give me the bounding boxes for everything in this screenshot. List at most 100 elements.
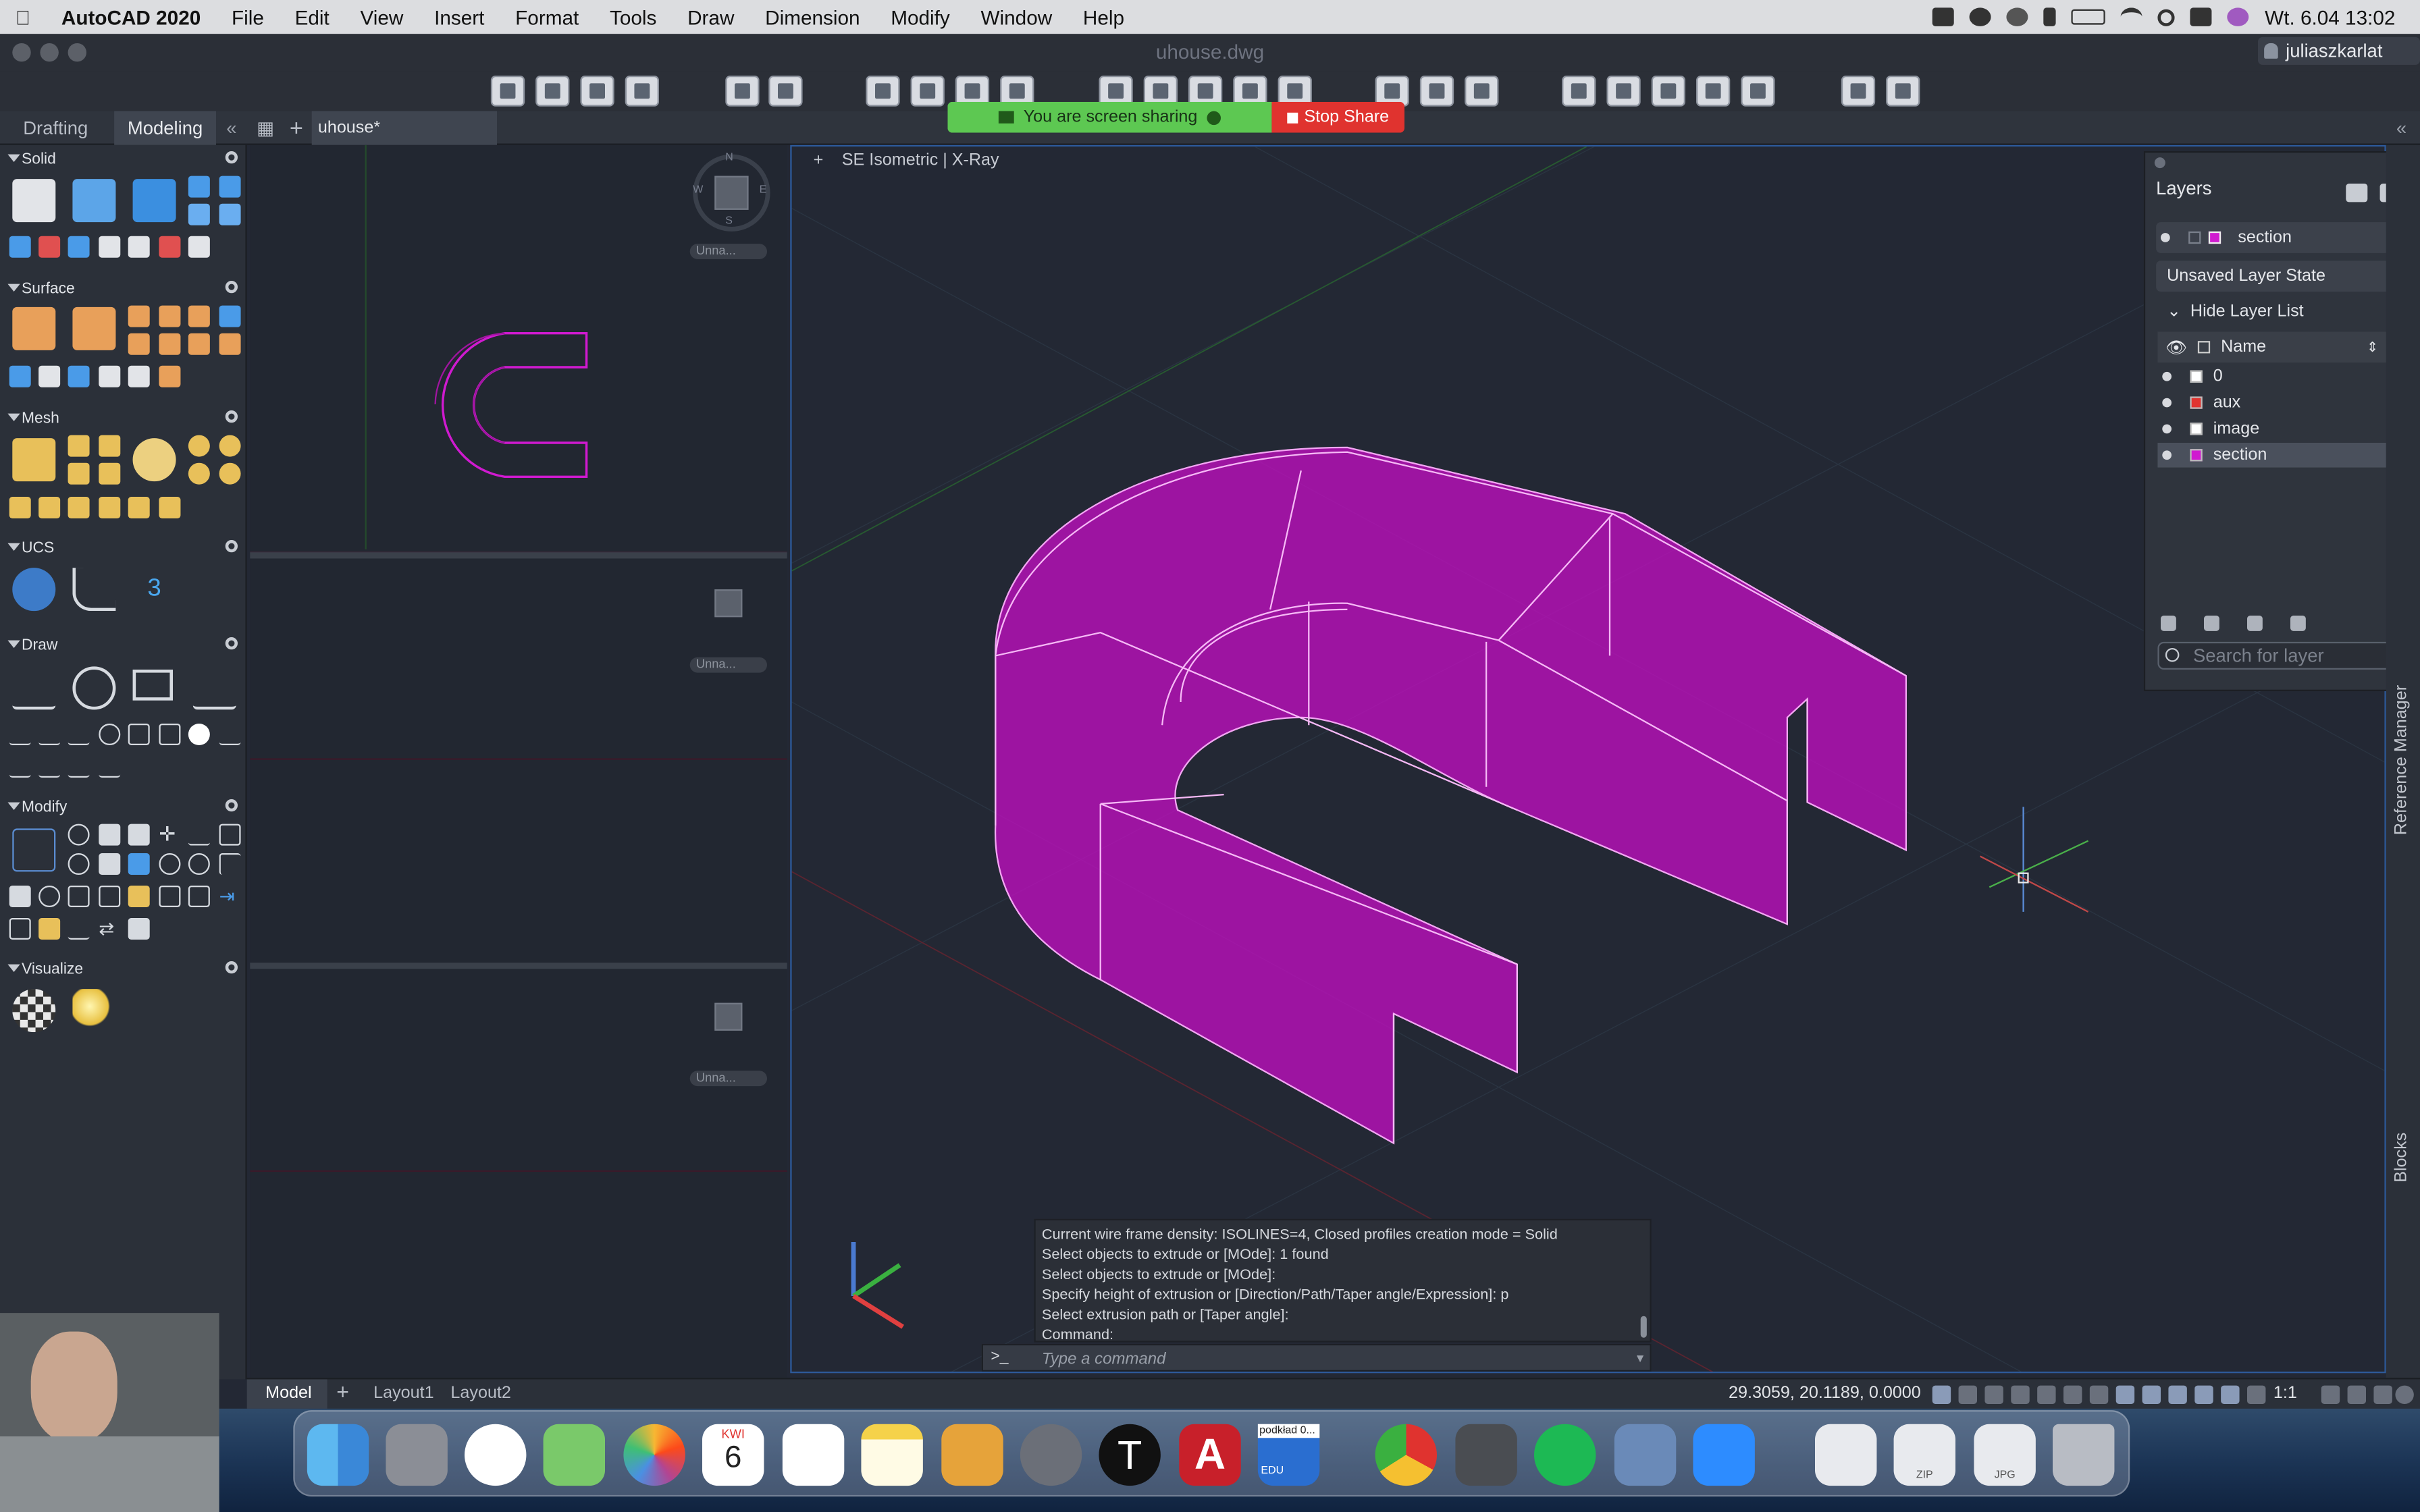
viewcube-icon[interactable]: [714, 176, 749, 210]
extrude-face-icon[interactable]: [99, 462, 121, 485]
command-input-bar[interactable]: >_ Type a command ▾: [981, 1343, 1652, 1372]
tab-layout1[interactable]: Layout1: [373, 1384, 434, 1402]
folder-icon[interactable]: [2247, 616, 2263, 631]
presspull-icon[interactable]: [132, 179, 176, 223]
menubar-clock[interactable]: Wt. 6.04 13:02: [2265, 5, 2395, 28]
section-draw[interactable]: Draw: [0, 632, 247, 657]
layer-row[interactable]: image: [2157, 416, 2420, 441]
section-mesh[interactable]: Mesh: [0, 406, 247, 431]
batch-plot-icon[interactable]: [910, 76, 945, 107]
maps-icon[interactable]: [543, 1424, 606, 1486]
workspace-switch-icon[interactable]: [2321, 1385, 2340, 1404]
layer-on-icon[interactable]: [2162, 398, 2172, 408]
isodraft-icon[interactable]: [2037, 1385, 2056, 1404]
selection-cycling-icon[interactable]: [2089, 1385, 2109, 1404]
3d-osnap-icon[interactable]: [2115, 1385, 2135, 1404]
wipeout-icon[interactable]: [99, 756, 121, 778]
gizmo-move-icon[interactable]: [12, 828, 56, 872]
layer-on-icon[interactable]: [2162, 450, 2172, 460]
layer-color-swatch[interactable]: [2190, 423, 2203, 435]
menu-file[interactable]: File: [216, 5, 280, 28]
menu-insert[interactable]: Insert: [419, 5, 500, 28]
line-icon[interactable]: [9, 724, 31, 745]
donut-icon[interactable]: [188, 724, 210, 745]
extend-icon[interactable]: [68, 918, 90, 940]
grid-icon[interactable]: [1932, 1385, 1951, 1404]
documents-folder-icon[interactable]: [1815, 1424, 1877, 1486]
merge-face-icon[interactable]: [219, 462, 241, 485]
join-icon[interactable]: ⇥: [219, 886, 241, 907]
menu-format[interactable]: Format: [500, 5, 594, 28]
3d-array-icon[interactable]: [219, 824, 241, 846]
new-tab-plus-icon[interactable]: +: [284, 111, 309, 145]
menu-tools[interactable]: Tools: [594, 5, 672, 28]
convert-faceted-icon[interactable]: [38, 497, 61, 519]
region-icon[interactable]: [68, 756, 90, 778]
properties-icon[interactable]: [1562, 76, 1596, 107]
menu-app-name[interactable]: AutoCAD 2020: [46, 5, 216, 28]
hide-layer-list-toggle[interactable]: ⌄ Hide Layer List: [2167, 301, 2304, 321]
boundary-icon[interactable]: [38, 756, 61, 778]
scale-icon[interactable]: [188, 853, 210, 875]
add-layout-plus-icon[interactable]: +: [336, 1379, 349, 1404]
command-history-scrollbar[interactable]: [1640, 1316, 1647, 1338]
viewport-splitter[interactable]: [250, 963, 787, 969]
calculator-icon[interactable]: [1455, 1424, 1517, 1486]
xline-icon[interactable]: [9, 756, 31, 778]
split-face-icon[interactable]: [68, 462, 90, 485]
thicken-icon[interactable]: [99, 236, 121, 258]
grid-view-icon[interactable]: ▦: [253, 111, 278, 145]
viewcube-icon[interactable]: [714, 589, 743, 618]
polygon-icon[interactable]: [159, 724, 181, 745]
spotify-icon[interactable]: [1534, 1424, 1596, 1486]
new-layer-icon[interactable]: [2346, 184, 2368, 202]
revcloud-icon[interactable]: [219, 724, 241, 745]
new-file-icon[interactable]: [490, 76, 525, 107]
extrude-icon[interactable]: [72, 179, 116, 223]
unnamed-ucs-menu[interactable]: Unna...: [689, 244, 767, 260]
autocad-icon[interactable]: A: [1179, 1424, 1241, 1486]
apple-icon[interactable]: : [0, 5, 46, 28]
layer-merge-icon[interactable]: [2204, 616, 2219, 631]
tab-modeling[interactable]: Modeling: [114, 111, 216, 145]
menu-dimension[interactable]: Dimension: [749, 5, 875, 28]
unnamed-ucs-menu[interactable]: Unna...: [689, 657, 767, 673]
layer-on-icon[interactable]: [2162, 371, 2172, 381]
tab-layout2[interactable]: Layout2: [450, 1384, 511, 1402]
system-preferences-icon[interactable]: [1020, 1424, 1082, 1486]
loft-icon[interactable]: [188, 203, 210, 225]
gear-icon[interactable]: [225, 961, 238, 974]
fillet-surface-icon[interactable]: [219, 305, 241, 327]
convert-surface-icon[interactable]: [68, 497, 90, 519]
command-input[interactable]: Type a command: [1042, 1350, 1166, 1368]
convert-smooth-icon[interactable]: [9, 497, 31, 519]
union-icon[interactable]: [219, 203, 241, 225]
cursor-coordinates[interactable]: 29.3059, 20.1189, 0.0000: [1729, 1384, 1921, 1402]
crease-icon[interactable]: [219, 435, 241, 457]
layer-row[interactable]: aux: [2157, 390, 2420, 415]
offset-surface-icon[interactable]: [188, 305, 210, 327]
3d-rotate-icon[interactable]: [99, 824, 121, 846]
copy-icon[interactable]: [99, 853, 121, 875]
patch-icon[interactable]: [159, 305, 181, 327]
light-bulb-icon[interactable]: [72, 989, 116, 1033]
spotlight-search-icon[interactable]: [2158, 8, 2176, 26]
intersect-icon[interactable]: [38, 236, 61, 258]
zip-file-icon[interactable]: ZIP: [1893, 1424, 1956, 1486]
menu-help[interactable]: Help: [1068, 5, 1140, 28]
close-hole-icon[interactable]: [128, 497, 150, 519]
pages-icon[interactable]: [941, 1424, 1003, 1486]
network-surface-icon[interactable]: [12, 306, 56, 350]
revolve-icon[interactable]: [188, 176, 210, 198]
reference-manager-tab[interactable]: Reference Manager: [2392, 685, 2411, 835]
rectangle-icon[interactable]: [132, 670, 173, 701]
section-ucs[interactable]: UCS: [0, 535, 247, 560]
untrim-icon[interactable]: [159, 333, 181, 355]
siri-icon[interactable]: [2228, 7, 2250, 26]
gear-icon[interactable]: [225, 637, 238, 650]
calendar-icon[interactable]: KWI 6: [702, 1424, 764, 1486]
layer-color-swatch[interactable]: [2190, 396, 2203, 409]
draworder-icon[interactable]: [128, 918, 150, 940]
plan-view-u-shape[interactable]: [441, 332, 588, 479]
trim-surface-icon[interactable]: [128, 333, 150, 355]
